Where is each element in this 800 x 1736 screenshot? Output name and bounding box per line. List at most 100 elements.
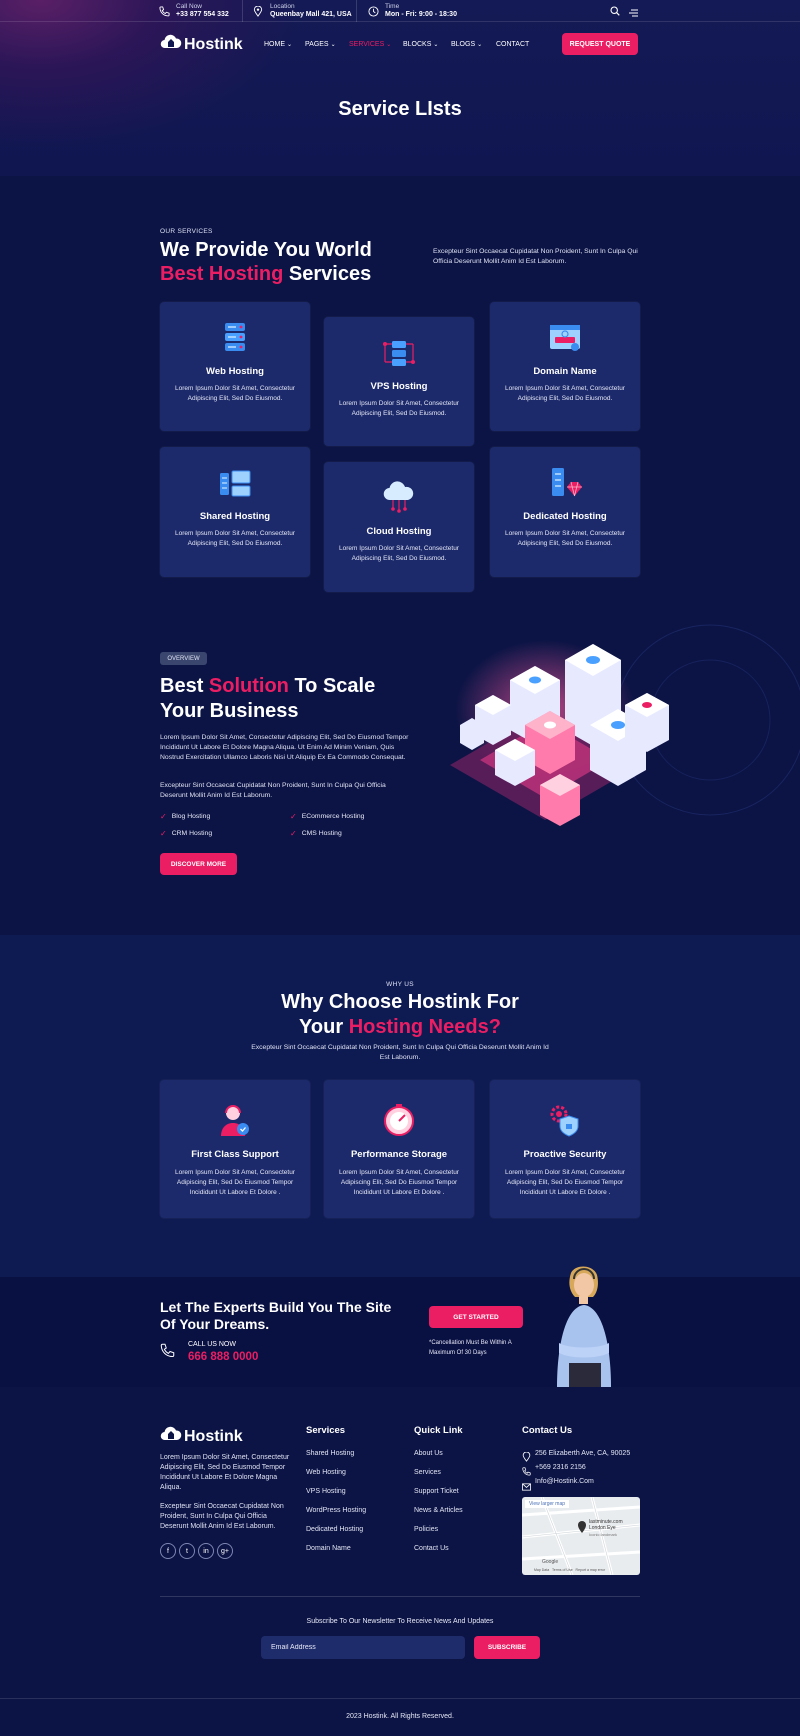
footer-link[interactable]: Support Ticket <box>414 1488 459 1495</box>
footer-link[interactable]: Policies <box>414 1526 438 1533</box>
discover-more-button[interactable]: DISCOVER MORE <box>160 853 237 875</box>
map-roads <box>522 1497 640 1575</box>
why-title-line2: Your Hosting Needs? <box>0 1015 800 1040</box>
footer-link[interactable]: VPS Hosting <box>306 1488 346 1495</box>
footer-about-2: Excepteur Sint Occaecat Cupidatat Non Pr… <box>160 1503 284 1530</box>
feature-item: ✓ ECommerce Hosting <box>290 812 364 821</box>
facebook-icon[interactable]: f <box>160 1543 176 1559</box>
footer-link[interactable]: Web Hosting <box>306 1469 346 1476</box>
why-title-accent: Hosting Needs? <box>348 1016 501 1038</box>
nav-home[interactable]: HOME ⌄ <box>264 41 292 48</box>
map-place-sub: Iconic landmark <box>589 1532 618 1537</box>
feature-item: ✓ CMS Hosting <box>290 829 342 838</box>
footer-contact-heading: Contact Us <box>522 1425 573 1436</box>
service-card-shared-hosting[interactable]: Shared Hosting Lorem Ipsum Dolor Sit Ame… <box>160 447 310 577</box>
footer-quick-heading: Quick Link <box>414 1425 463 1436</box>
request-quote-button[interactable]: REQUEST QUOTE <box>562 33 638 55</box>
topbar-call: Call Now +33 877 554 332 <box>158 1 229 21</box>
footer-link[interactable]: Contact Us <box>414 1545 449 1552</box>
card-desc: Lorem Ipsum Dolor Sit Amet, Consectetur … <box>505 1169 625 1196</box>
nav-services[interactable]: SERVICES ⌄ <box>349 41 391 48</box>
footer-logo[interactable]: Hostink <box>160 1426 243 1447</box>
footer-link[interactable]: Shared Hosting <box>306 1450 354 1457</box>
topbar-divider <box>356 0 357 22</box>
dedicated-server-gem-icon <box>547 465 583 501</box>
footer-link[interactable]: Services <box>414 1469 441 1476</box>
brand-logo[interactable]: Hostink <box>160 34 243 55</box>
call-label: Call Now <box>176 3 203 10</box>
subscribe-button[interactable]: SUBSCRIBE <box>474 1636 540 1659</box>
clock-icon <box>367 5 379 17</box>
overview-title-line1: Best Solution To Scale <box>160 674 375 699</box>
chevron-down-icon: ⌄ <box>433 42 439 48</box>
services-tag: OUR SERVICES <box>160 228 213 235</box>
chevron-down-icon: ⌄ <box>287 42 293 48</box>
footer-link[interactable]: Domain Name <box>306 1545 351 1552</box>
map-embed[interactable]: View larger map lastminute.com London Ey… <box>522 1497 640 1575</box>
time-label: Time <box>385 3 400 10</box>
card-desc: Lorem Ipsum Dolor Sit Amet, Consectetur … <box>339 400 459 417</box>
footer-link[interactable]: WordPress Hosting <box>306 1507 366 1514</box>
nav-blocks[interactable]: BLOCKS ⌄ <box>403 41 438 48</box>
card-title: Web Hosting <box>206 366 264 377</box>
card-desc: Lorem Ipsum Dolor Sit Amet, Consectetur … <box>175 1169 295 1196</box>
google-plus-icon[interactable]: g+ <box>217 1543 233 1559</box>
shared-computers-icon <box>217 465 253 501</box>
why-tag: WHY US <box>386 981 414 988</box>
why-card-security[interactable]: Proactive Security Lorem Ipsum Dolor Sit… <box>490 1080 640 1218</box>
card-desc: Lorem Ipsum Dolor Sit Amet, Consectetur … <box>175 385 295 402</box>
footer-about-1: Lorem Ipsum Dolor Sit Amet, Consectetur … <box>160 1454 290 1491</box>
why-card-support[interactable]: First Class Support Lorem Ipsum Dolor Si… <box>160 1080 310 1218</box>
overview-paragraph-1: Lorem Ipsum Dolor Sit Amet, Consectetur … <box>160 734 409 761</box>
cta-phone[interactable]: 666 888 0000 <box>188 1351 258 1363</box>
footer-phone[interactable]: +569 2316 2156 <box>535 1464 586 1471</box>
server-isometric-illustration <box>450 624 800 826</box>
service-card-domain-name[interactable]: Domain Name Lorem Ipsum Dolor Sit Amet, … <box>490 302 640 431</box>
view-larger-map-link[interactable]: View larger map <box>525 1500 570 1508</box>
card-title: Proactive Security <box>523 1149 607 1160</box>
footer-link[interactable]: News & Articles <box>414 1507 463 1514</box>
check-icon: ✓ <box>160 829 167 838</box>
page-header: Call Now +33 877 554 332 Location Queenbay… <box>0 0 800 176</box>
why-card-performance[interactable]: Performance Storage Lorem Ipsum Dolor Si… <box>324 1080 474 1218</box>
location-pin-icon <box>252 5 264 17</box>
service-card-web-hosting[interactable]: Web Hosting Lorem Ipsum Dolor Sit Amet, … <box>160 302 310 431</box>
support-agent-photo <box>557 1266 611 1387</box>
topbar-time: Time Mon - Fri: 9:00 - 18:30 <box>367 1 457 21</box>
phone-icon <box>158 5 170 17</box>
footer-link[interactable]: Dedicated Hosting <box>306 1526 363 1533</box>
search-icon[interactable] <box>610 3 620 21</box>
newsletter-email-input[interactable] <box>261 1636 465 1659</box>
server-rack-icon <box>217 320 253 356</box>
call-value[interactable]: +33 877 554 332 <box>176 10 229 19</box>
speed-gauge-icon <box>381 1102 417 1138</box>
chevron-down-icon: ⌄ <box>330 42 336 48</box>
service-card-dedicated-hosting[interactable]: Dedicated Hosting Lorem Ipsum Dolor Sit … <box>490 447 640 577</box>
footer-divider <box>160 1596 640 1597</box>
google-logo-text: Google <box>542 1559 559 1565</box>
support-agent-icon <box>217 1102 253 1138</box>
main-nav: Hostink HOME ⌄ PAGES ⌄ SERVICES ⌄ BLOCKS ⌄ B… <box>0 22 800 68</box>
menu-icon[interactable] <box>628 4 638 22</box>
card-desc: Lorem Ipsum Dolor Sit Amet, Consectetur … <box>339 545 459 562</box>
service-card-vps-hosting[interactable]: VPS Hosting Lorem Ipsum Dolor Sit Amet, … <box>324 317 474 446</box>
card-title: First Class Support <box>191 1149 279 1160</box>
nav-pages[interactable]: PAGES ⌄ <box>305 41 336 48</box>
check-icon: ✓ <box>290 829 297 838</box>
get-started-button[interactable]: GET STARTED <box>429 1306 523 1328</box>
overview-title-part: To Scale <box>288 675 376 697</box>
vps-server-icon <box>381 335 417 371</box>
nav-blogs[interactable]: BLOGS ⌄ <box>451 41 482 48</box>
linkedin-icon[interactable]: in <box>198 1543 214 1559</box>
card-desc: Lorem Ipsum Dolor Sit Amet, Consectetur … <box>175 530 295 547</box>
services-title: We Provide You World Best Hosting Servic… <box>160 238 372 286</box>
why-intro: Excepteur Sint Occaecat Cupidatat Non Pr… <box>251 1044 549 1061</box>
location-value: Queenbay Mall 421, USA <box>270 11 352 18</box>
twitter-icon[interactable]: t <box>179 1543 195 1559</box>
footer-link[interactable]: About Us <box>414 1450 443 1457</box>
feature-label: ECommerce Hosting <box>301 813 365 820</box>
service-card-cloud-hosting[interactable]: Cloud Hosting Lorem Ipsum Dolor Sit Amet… <box>324 462 474 592</box>
nav-contact[interactable]: CONTACT <box>496 41 529 48</box>
footer-email[interactable]: Info@Hostink.Com <box>535 1478 594 1485</box>
nav-label: HOME <box>264 41 285 48</box>
